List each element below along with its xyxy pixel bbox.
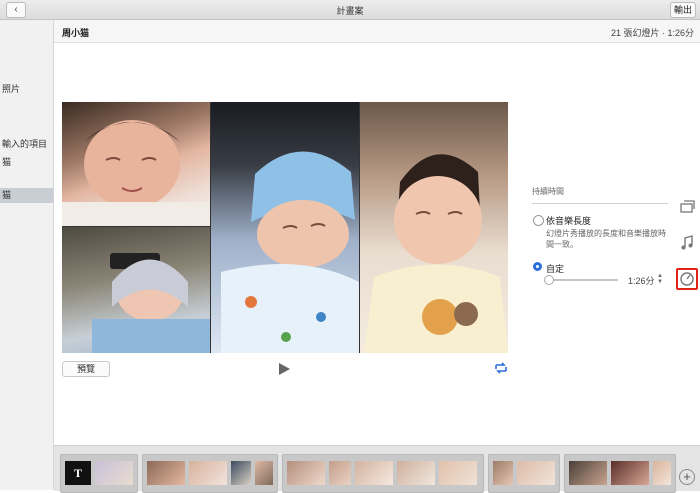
- photo-baby-sleeping-art: [62, 120, 210, 226]
- window-title: 計畫案: [336, 6, 364, 16]
- slideshow-preview[interactable]: [62, 102, 508, 353]
- music-tool-button[interactable]: [678, 234, 696, 252]
- filmstrip: T: [54, 445, 700, 493]
- filmstrip-thumb[interactable]: [95, 461, 133, 485]
- photo-baby-bear-art: [364, 154, 508, 353]
- music-icon: [681, 235, 693, 250]
- export-button[interactable]: 輸出: [670, 2, 696, 18]
- filmstrip-group-4[interactable]: [488, 454, 560, 493]
- filmstrip-thumb[interactable]: [255, 461, 273, 485]
- duration-settings: 持續時間: [532, 186, 668, 204]
- play-icon: [279, 363, 290, 375]
- photo-baby-hat: [211, 102, 359, 353]
- sidebar-item-photos[interactable]: 照片: [2, 82, 20, 95]
- filmstrip-group-1[interactable]: T: [60, 454, 138, 493]
- sidebar-item-project[interactable]: 猫: [0, 188, 53, 203]
- sidebar-item-album[interactable]: 猫: [2, 155, 11, 168]
- fit-music-description-line1: 幻燈片秀播放的長度和音樂播放時: [546, 229, 666, 238]
- filmstrip-thumb[interactable]: [493, 461, 513, 485]
- filmstrip-group-3[interactable]: [282, 454, 484, 493]
- custom-radio[interactable]: [533, 262, 542, 271]
- filmstrip-thumb[interactable]: [189, 461, 227, 485]
- loop-icon: [495, 362, 507, 374]
- custom-label[interactable]: 自定: [546, 262, 564, 275]
- settings-divider: [532, 203, 668, 204]
- sidebar: 照片 輸入的項目 猫 猫: [0, 20, 54, 490]
- photo-baby-bear: [360, 102, 508, 353]
- filmstrip-thumb[interactable]: [439, 461, 477, 485]
- play-button[interactable]: [276, 361, 292, 377]
- add-slide-button[interactable]: +: [679, 469, 695, 485]
- sidebar-item-imported[interactable]: 輸入的項目: [2, 137, 47, 150]
- duration-tool-button[interactable]: [676, 268, 698, 290]
- duration-stepper[interactable]: ▲ ▼: [657, 273, 663, 285]
- duration-value: 1:26分: [628, 276, 655, 286]
- project-header: 周小猫 21 張幻燈片 · 1:26分: [54, 20, 700, 43]
- filmstrip-group-2[interactable]: [142, 454, 278, 493]
- project-info: 21 張幻燈片 · 1:26分: [610, 28, 694, 38]
- duration-slider[interactable]: [546, 279, 618, 281]
- fit-music-label[interactable]: 依音樂長度: [546, 214, 591, 227]
- filmstrip-group-5[interactable]: [564, 454, 676, 493]
- filmstrip-thumb[interactable]: [329, 461, 351, 485]
- filmstrip-thumb[interactable]: [569, 461, 607, 485]
- filmstrip-thumb[interactable]: [397, 461, 435, 485]
- filmstrip-thumb[interactable]: [147, 461, 185, 485]
- project-name[interactable]: 周小猫: [62, 26, 89, 39]
- filmstrip-thumb[interactable]: [287, 461, 325, 485]
- layout-icon: [680, 200, 695, 213]
- filmstrip-thumb[interactable]: [355, 461, 393, 485]
- filmstrip-thumb[interactable]: [653, 461, 671, 485]
- filmstrip-thumb[interactable]: [231, 461, 251, 485]
- photo-baby-blanket: [62, 227, 210, 353]
- filmstrip-thumb[interactable]: [517, 461, 555, 485]
- preview-button[interactable]: 預覽: [62, 361, 110, 377]
- filmstrip-thumb[interactable]: [611, 461, 649, 485]
- fit-music-radio[interactable]: [533, 215, 544, 226]
- photo-baby-sleeping: [62, 102, 210, 226]
- photo-baby-blanket-art: [92, 253, 210, 353]
- duration-slider-knob[interactable]: [544, 275, 555, 285]
- duration-icon: [680, 272, 694, 286]
- fit-music-description-line2: 間一致。: [546, 240, 578, 249]
- photo-baby-hat-art: [221, 151, 359, 353]
- title-bar: ‹ 計畫案 輸出: [0, 0, 700, 20]
- title-slide-thumb[interactable]: T: [65, 461, 91, 485]
- loop-button[interactable]: [493, 361, 509, 375]
- layout-tool-button[interactable]: [678, 198, 696, 216]
- settings-heading: 持續時間: [532, 187, 564, 196]
